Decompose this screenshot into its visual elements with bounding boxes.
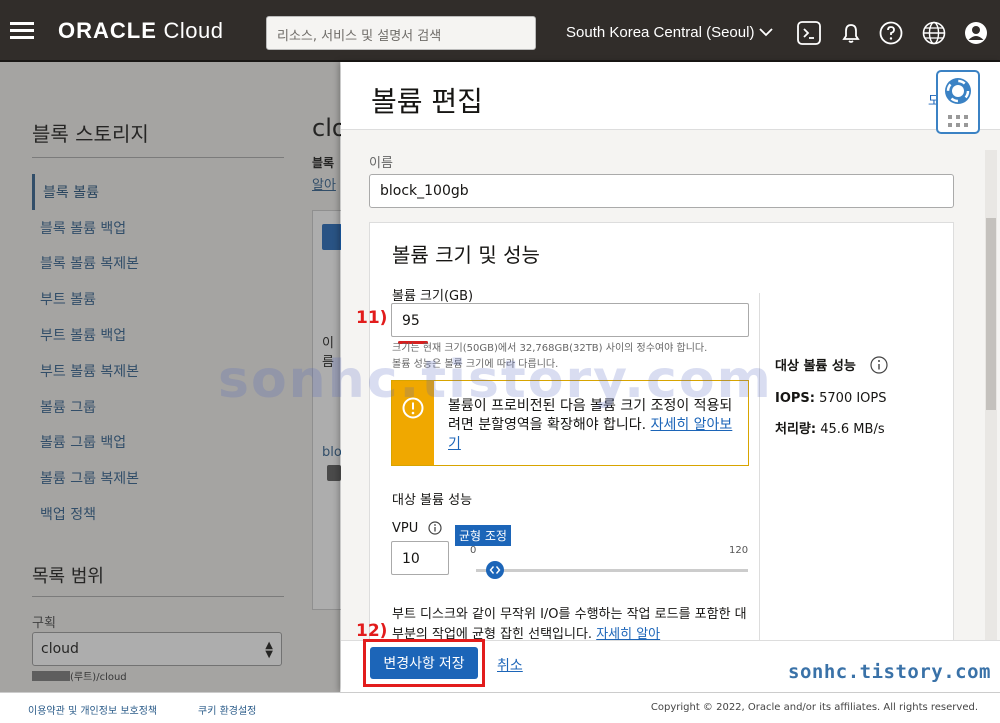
info-icon[interactable] bbox=[428, 521, 442, 535]
step-annotation-12: 12) bbox=[356, 621, 388, 641]
boot-description: 부트 디스크와 같이 무작위 I/O를 수행하는 작업 로드를 포함한 대부분의… bbox=[392, 607, 747, 640]
vpu-slider-track[interactable] bbox=[476, 569, 748, 572]
panel-title: 볼륨 편집 bbox=[371, 85, 483, 118]
size-performance-card: 볼륨 크기 및 성능 볼륨 크기(GB) 95 크기는 현재 크기(50GB)에… bbox=[369, 222, 954, 640]
name-input[interactable]: block_100gb bbox=[369, 174, 954, 208]
copyright-text: Copyright © 2022, Oracle and/or its affi… bbox=[650, 702, 978, 713]
menu-icon[interactable] bbox=[10, 22, 34, 40]
lifebuoy-icon bbox=[945, 78, 971, 104]
help-icon[interactable] bbox=[878, 20, 904, 46]
top-bar: ORACLE Cloud 리소스, 서비스 및 설명서 검색 South Kor… bbox=[0, 0, 1000, 62]
save-changes-button[interactable]: 변경사항 저장 bbox=[370, 647, 478, 679]
step-annotation-11: 11) bbox=[356, 308, 388, 328]
bell-icon[interactable] bbox=[838, 20, 864, 46]
size-input[interactable]: 95 bbox=[391, 303, 749, 337]
boot-learn-more-link[interactable]: 자세히 알아 bbox=[596, 627, 660, 640]
watermark-center: sonhc.tistory.com bbox=[218, 350, 773, 410]
size-label: 볼륨 크기(GB) bbox=[392, 289, 474, 304]
chevron-down-icon[interactable] bbox=[758, 24, 774, 40]
highlight-box: 변경사항 저장 bbox=[363, 639, 485, 687]
panel-footer: 변경사항 저장 취소 sonhc.tistory.com bbox=[341, 639, 1000, 692]
slider-max-label: 120 bbox=[729, 545, 749, 556]
column-divider bbox=[759, 293, 760, 640]
cancel-link[interactable]: 취소 bbox=[497, 655, 523, 675]
throughput-value: 처리량: 45.6 MB/s bbox=[775, 422, 885, 437]
grid-dots-icon bbox=[948, 115, 968, 127]
scrollbar-thumb[interactable] bbox=[986, 218, 996, 410]
vpu-input[interactable]: 10 bbox=[391, 541, 449, 575]
oracle-cloud-logo[interactable]: ORACLE Cloud bbox=[58, 18, 224, 44]
name-label: 이름 bbox=[369, 156, 393, 171]
panel-scrollbar[interactable] bbox=[985, 150, 997, 640]
cookie-preferences-link[interactable]: 쿠키 환경설정 bbox=[198, 702, 256, 717]
iops-value: IOPS: 5700 IOPS bbox=[775, 391, 887, 406]
terms-link[interactable]: 이용약관 및 개인정보 보호정책 bbox=[28, 702, 157, 717]
section-title: 볼륨 크기 및 성능 bbox=[392, 243, 540, 267]
cloud-shell-icon[interactable] bbox=[796, 20, 822, 46]
slider-min-label: 0 bbox=[470, 545, 477, 556]
help-widget[interactable] bbox=[936, 70, 980, 134]
info-icon[interactable] bbox=[870, 356, 888, 374]
slider-handle-icon[interactable] bbox=[485, 560, 505, 580]
vpu-label: VPU bbox=[392, 521, 419, 536]
performance-label: 대상 볼륨 성능 bbox=[392, 493, 473, 508]
region-selector[interactable]: South Korea Central (Seoul) bbox=[566, 24, 754, 41]
search-input[interactable]: 리소스, 서비스 및 설명서 검색 bbox=[266, 16, 536, 50]
page-footer: 이용약관 및 개인정보 보호정책 쿠키 환경설정 Copyright © 202… bbox=[0, 692, 1000, 723]
globe-icon[interactable] bbox=[921, 20, 947, 46]
slider-tooltip: 균형 조정 bbox=[455, 525, 511, 546]
target-performance-title: 대상 볼륨 성능 bbox=[775, 359, 856, 374]
watermark-corner: sonhc.tistory.com bbox=[788, 661, 991, 683]
user-icon[interactable] bbox=[963, 20, 989, 46]
